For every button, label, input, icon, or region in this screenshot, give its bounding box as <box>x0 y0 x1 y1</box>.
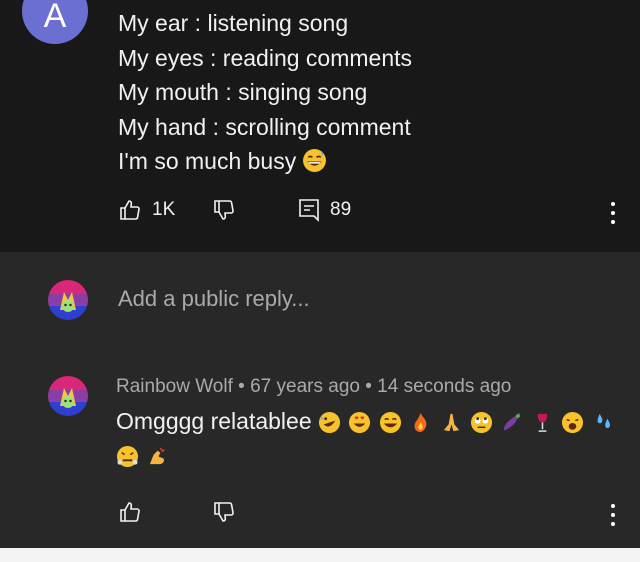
comment-body: My ear : listening song My eyes : readin… <box>118 6 412 183</box>
avatar[interactable]: A <box>22 0 88 44</box>
reply-age: 67 years ago <box>250 376 360 397</box>
wine-glass-icon <box>537 413 548 432</box>
like-button[interactable]: 1K <box>118 198 175 222</box>
comment-line-last: I'm so much busy <box>118 144 412 183</box>
replies-button[interactable]: 89 <box>298 198 351 222</box>
sweat-droplets-icon <box>597 413 610 429</box>
more-options-icon[interactable] <box>610 500 616 530</box>
grinning-sweat-face-icon <box>379 411 401 434</box>
comment-actions: 1K 89 <box>118 198 630 228</box>
author-name[interactable]: Rainbow Wolf <box>116 376 233 397</box>
muscle-arm-icon <box>150 447 166 465</box>
comment-thread-screen: A My ear : listening song My eyes : read… <box>0 0 640 548</box>
parent-comment: A My ear : listening song My eyes : read… <box>0 0 640 252</box>
like-count: 1K <box>152 199 176 220</box>
separator: • <box>365 376 372 397</box>
thumbs-down-icon <box>212 500 236 524</box>
fire-icon <box>414 412 427 433</box>
rolling-laughing-face-icon <box>318 411 341 434</box>
comment-line: My eyes : reading comments <box>118 44 413 71</box>
thumbs-up-icon <box>118 198 142 222</box>
folded-hands-icon <box>443 413 459 432</box>
triumph-face-icon <box>116 445 139 468</box>
reply-count: 89 <box>330 199 352 220</box>
rolling-eyes-face-icon <box>470 411 493 434</box>
dislike-button[interactable] <box>212 198 236 222</box>
avatar[interactable] <box>48 280 88 320</box>
thumbs-up-icon <box>118 500 142 524</box>
heart-eyes-face-icon <box>349 411 371 434</box>
comment-line-text: I'm so much busy <box>118 148 297 174</box>
dislike-button[interactable] <box>212 500 236 524</box>
reply-time: 14 seconds ago <box>377 376 512 397</box>
weary-face-icon <box>562 411 584 434</box>
comment-line: My ear : listening song <box>118 10 349 36</box>
comment-icon <box>298 198 320 222</box>
grinning-sweat-face-icon <box>302 148 327 183</box>
reply-meta: Rainbow Wolf • 67 years ago • 14 seconds… <box>116 376 511 398</box>
reply-text: Omgggg relatablee <box>116 408 312 434</box>
comment-line: My hand : scrolling comment <box>118 113 411 140</box>
comment-line: My mouth : singing song <box>118 79 368 105</box>
eggplant-icon <box>504 412 521 431</box>
avatar-letter: A <box>43 0 67 35</box>
reply-actions <box>118 500 630 530</box>
like-button[interactable] <box>118 500 142 524</box>
more-options-icon[interactable] <box>610 198 616 228</box>
reply-body: Omgggg relatablee <box>116 404 626 472</box>
avatar[interactable] <box>48 376 88 416</box>
reply-input[interactable]: Add a public reply... <box>118 286 310 312</box>
thumbs-down-icon <box>212 198 236 222</box>
separator: • <box>238 376 245 397</box>
